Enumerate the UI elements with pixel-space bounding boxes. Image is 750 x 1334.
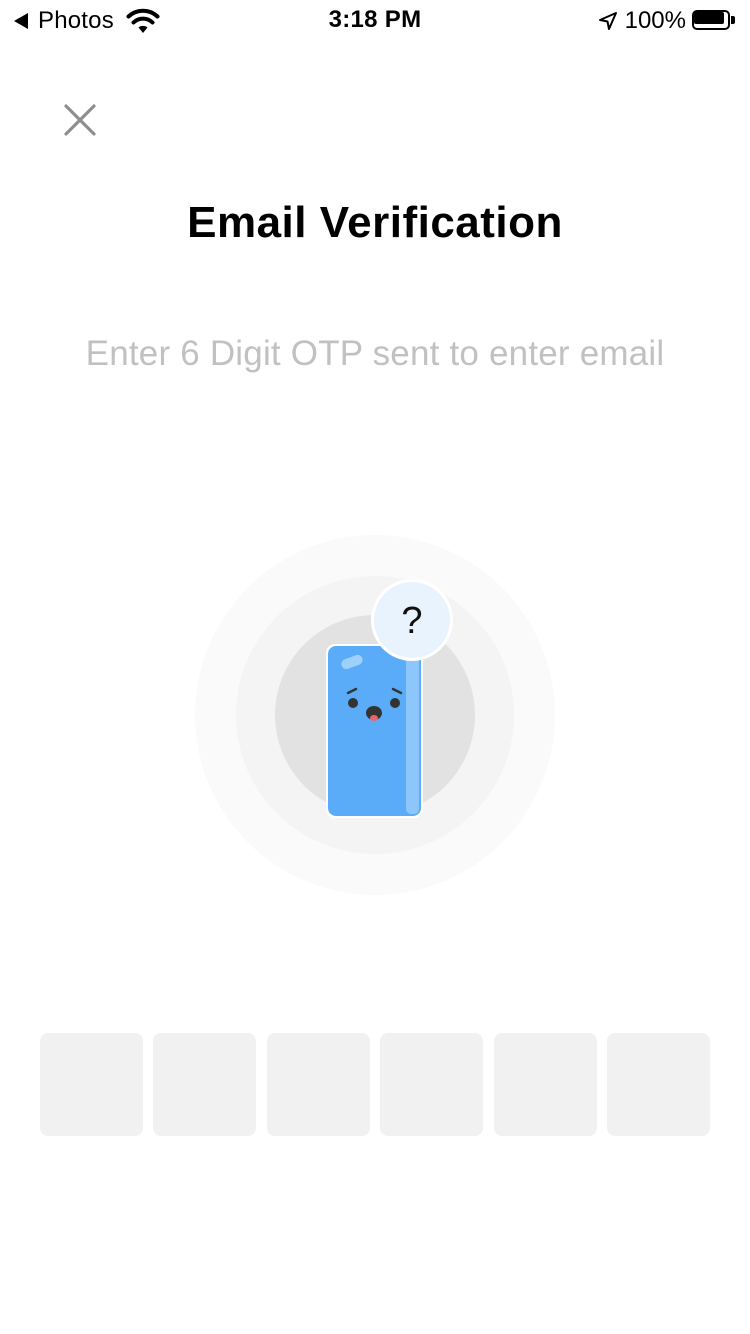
close-icon [64, 104, 96, 136]
battery-icon [692, 10, 738, 32]
otp-digit-1[interactable] [40, 1033, 143, 1136]
subtitle: Enter 6 Digit OTP sent to enter email [85, 334, 665, 373]
otp-digit-3[interactable] [266, 1033, 370, 1136]
status-bar: Photos 3:18 PM 100% [0, 0, 750, 40]
close-button[interactable] [56, 96, 104, 144]
otp-digit-4[interactable] [380, 1033, 484, 1136]
question-mark-icon: ? [401, 600, 422, 642]
battery-percent: 100% [624, 7, 686, 34]
otp-digit-5[interactable] [493, 1033, 597, 1136]
location-arrow-icon [598, 12, 617, 30]
otp-digit-2[interactable] [153, 1033, 257, 1136]
otp-input-group [40, 1033, 710, 1136]
page-title: Email Verification [187, 198, 563, 247]
confused-phone-icon [326, 644, 423, 818]
status-right-group: 100% [597, 7, 738, 35]
question-badge: ? [371, 579, 453, 661]
battery-fill [694, 12, 724, 24]
otp-digit-6[interactable] [606, 1033, 710, 1136]
confused-phone-illustration: ? [195, 535, 555, 895]
